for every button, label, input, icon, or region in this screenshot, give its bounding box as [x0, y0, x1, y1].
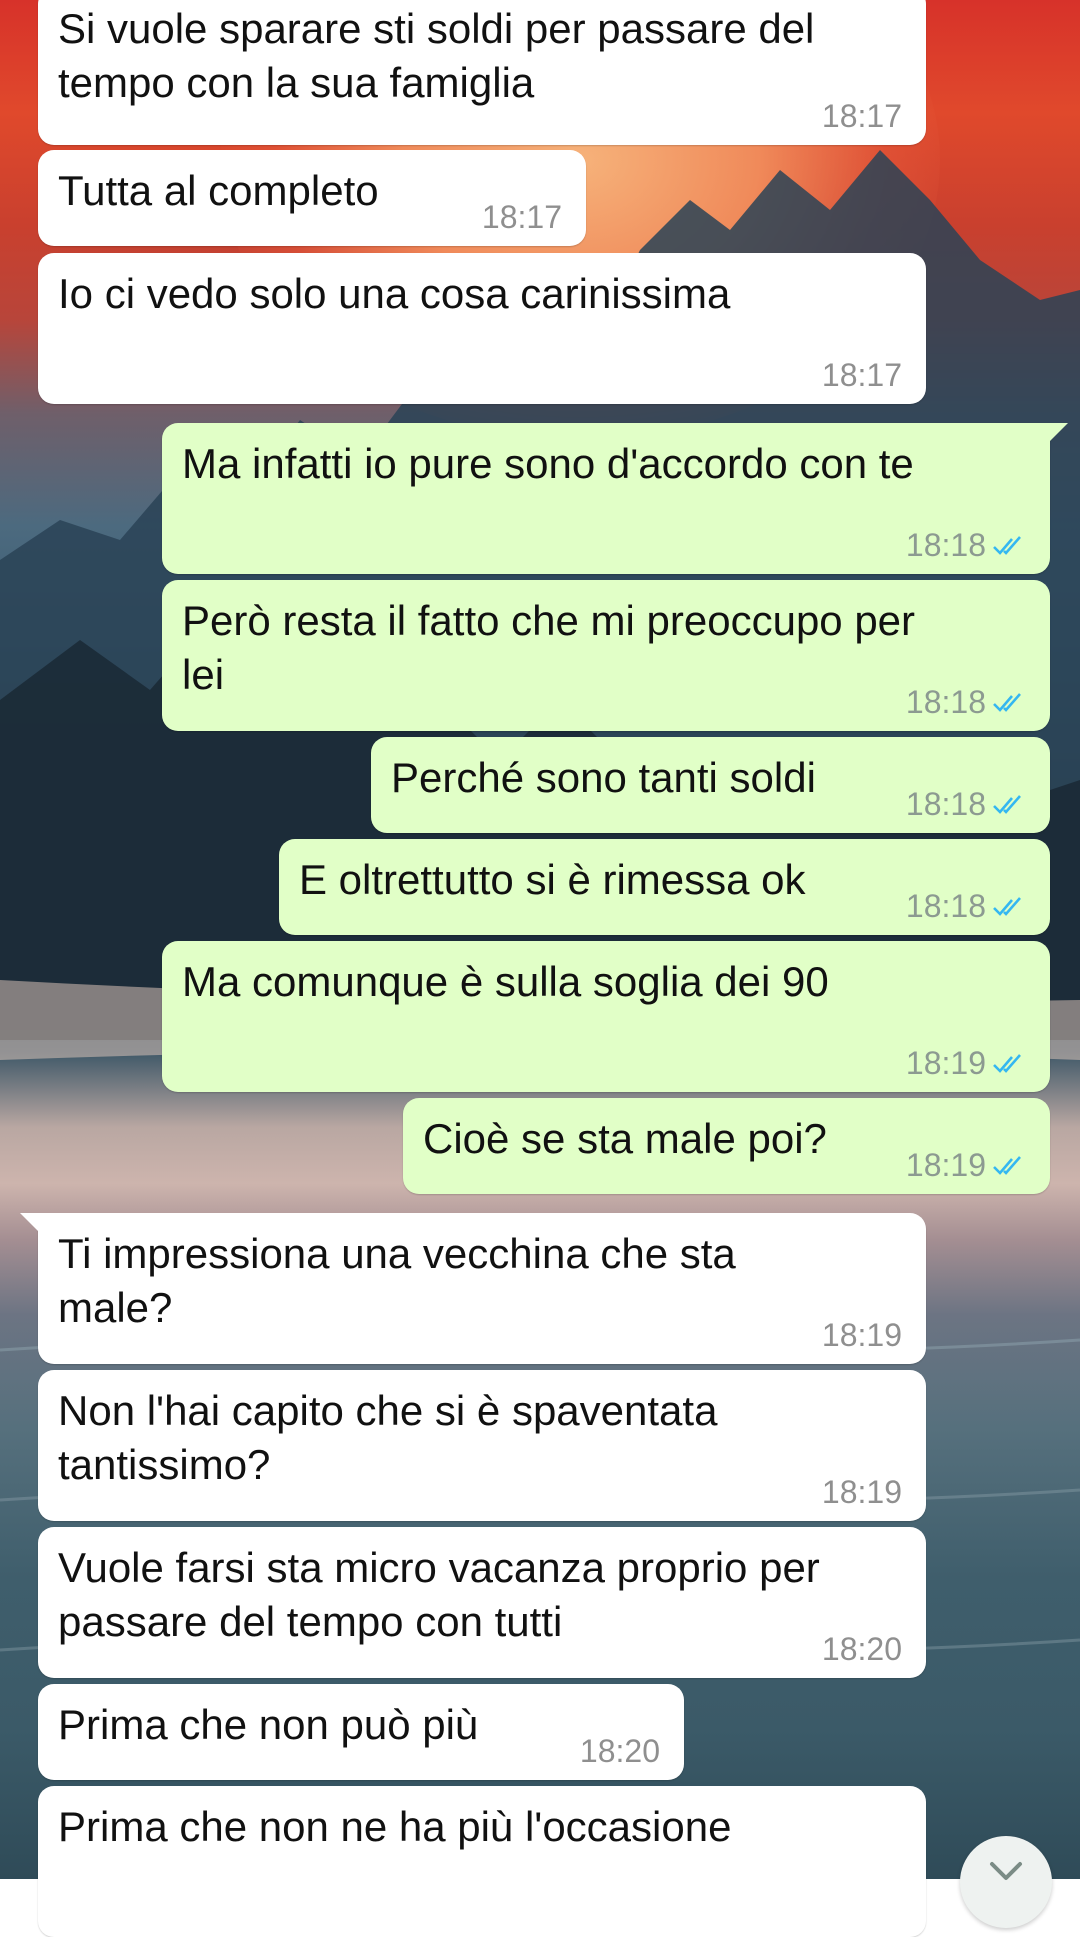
message-time: 18:17 — [821, 357, 902, 393]
outgoing-message[interactable]: Cioè se sta male poi? 18:19 — [403, 1098, 1050, 1194]
double-check-icon — [993, 1053, 1021, 1073]
double-check-icon — [993, 896, 1021, 916]
message-time: 18:18 — [905, 527, 986, 563]
message-meta: 18:17 — [482, 199, 562, 236]
message-text: Non l'hai capito che si è spaventata tan… — [58, 1387, 718, 1488]
message-time: 18:19 — [821, 1474, 902, 1510]
message-text: Cioè se sta male poi? — [423, 1115, 827, 1162]
message-time: 18:18 — [905, 888, 986, 924]
incoming-message[interactable]: Prima che non può più 18:20 — [38, 1684, 684, 1780]
outgoing-message[interactable]: Perché sono tanti soldi 18:18 — [371, 737, 1050, 833]
message-text: Ti impressiona una vecchina che sta male… — [58, 1230, 736, 1331]
incoming-message[interactable]: Vuole farsi sta micro vacanza proprio pe… — [38, 1527, 926, 1678]
message-time: 18:19 — [905, 1045, 986, 1081]
double-check-icon — [993, 692, 1021, 712]
message-meta: 18:19 — [822, 1317, 902, 1354]
double-check-icon — [993, 794, 1021, 814]
message-time: 18:18 — [905, 786, 986, 822]
incoming-message[interactable]: Si vuole sparare sti soldi per passare d… — [38, 0, 926, 145]
message-text: Ma comunque è sulla soglia dei 90 — [182, 958, 829, 1005]
message-meta: 18:19 — [906, 1045, 1026, 1082]
message-meta: 18:18 — [906, 888, 1026, 925]
message-meta: 18:18 — [906, 786, 1026, 823]
message-time: 18:17 — [481, 199, 562, 235]
message-time: 18:19 — [905, 1147, 986, 1183]
incoming-message[interactable]: Tutta al completo 18:17 — [38, 150, 586, 246]
message-text: Perché sono tanti soldi — [391, 754, 816, 801]
message-text: Tutta al completo — [58, 167, 379, 214]
double-check-icon — [993, 535, 1021, 555]
message-meta: 18:19 — [822, 1474, 902, 1511]
incoming-message[interactable]: Prima che non ne ha più l'occasione — [38, 1786, 926, 1937]
outgoing-message[interactable]: Ma infatti io pure sono d'accordo con te… — [162, 423, 1068, 574]
message-meta: 18:19 — [906, 1147, 1026, 1184]
bubble-tail — [20, 1213, 44, 1237]
message-text: Vuole farsi sta micro vacanza proprio pe… — [58, 1544, 820, 1645]
message-text: Si vuole sparare sti soldi per passare d… — [58, 5, 815, 106]
message-text: Ma infatti io pure sono d'accordo con te — [182, 440, 914, 487]
double-check-icon — [993, 1155, 1021, 1175]
message-text: Prima che non può più — [58, 1701, 479, 1748]
message-meta: 18:18 — [906, 527, 1026, 564]
message-text: Prima che non ne ha più l'occasione — [58, 1803, 732, 1850]
incoming-message[interactable]: Io ci vedo solo una cosa carinissima 18:1… — [38, 253, 926, 404]
message-text: E oltrettutto si è rimessa ok — [299, 856, 806, 903]
incoming-message[interactable]: Ti impressiona una vecchina che sta male… — [20, 1213, 926, 1364]
scroll-to-bottom-button[interactable] — [960, 1836, 1052, 1928]
message-time: 18:17 — [821, 98, 902, 134]
message-meta: 18:17 — [822, 357, 902, 394]
outgoing-message[interactable]: E oltrettutto si è rimessa ok 18:18 — [279, 839, 1050, 935]
chevron-down-icon — [990, 1862, 1022, 1880]
message-text: Però resta il fatto che mi preoccupo per… — [182, 597, 916, 698]
message-time: 18:19 — [821, 1317, 902, 1353]
message-time: 18:18 — [905, 684, 986, 720]
message-meta: 18:18 — [906, 684, 1026, 721]
bubble-tail — [1044, 423, 1068, 447]
message-time: 18:20 — [821, 1631, 902, 1667]
outgoing-message[interactable]: Però resta il fatto che mi preoccupo per… — [162, 580, 1050, 731]
message-text: Io ci vedo solo una cosa carinissima — [58, 270, 731, 317]
message-meta: 18:17 — [822, 98, 902, 135]
outgoing-message[interactable]: Ma comunque è sulla soglia dei 90 18:19 — [162, 941, 1050, 1092]
incoming-message[interactable]: Non l'hai capito che si è spaventata tan… — [38, 1370, 926, 1521]
message-meta: 18:20 — [580, 1733, 660, 1770]
message-time: 18:20 — [579, 1733, 660, 1769]
message-meta: 18:20 — [822, 1631, 902, 1668]
